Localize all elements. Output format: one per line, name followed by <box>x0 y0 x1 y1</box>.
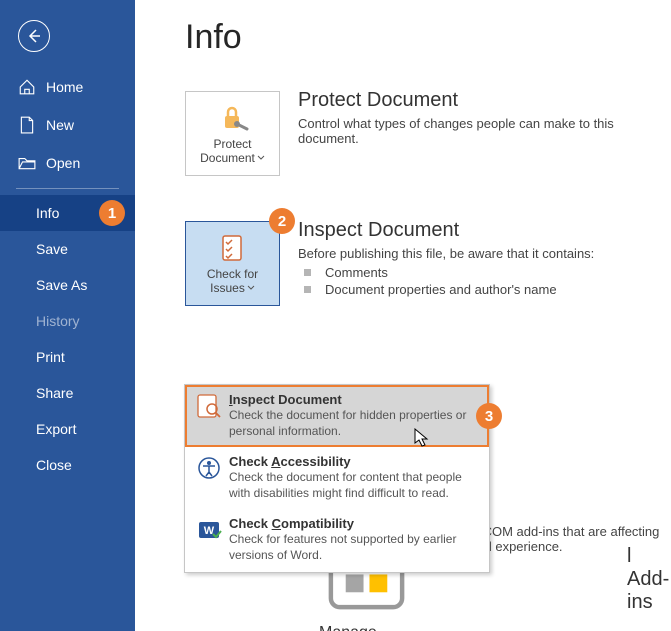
sidebar-label: Save As <box>36 277 87 293</box>
list-item: Comments <box>298 265 671 280</box>
callout-badge-3: 3 <box>476 403 502 429</box>
sidebar-label: Export <box>36 421 76 437</box>
bullet-icon <box>304 269 311 276</box>
protect-document-button[interactable]: Protect Document <box>185 91 280 176</box>
check-for-issues-menu: Inspect Document Check the document for … <box>184 384 490 573</box>
sidebar-label: Save <box>36 241 68 257</box>
sidebar-label: Print <box>36 349 65 365</box>
back-arrow-icon <box>26 28 42 44</box>
cursor-icon <box>414 428 430 448</box>
menu-title: Inspect Document <box>229 392 479 407</box>
menu-item-check-compatibility[interactable]: W Check Compatibility Check for features… <box>185 509 489 571</box>
sidebar-item-close[interactable]: Close <box>0 447 135 483</box>
menu-desc: Check the document for content that peop… <box>229 470 479 501</box>
accessibility-icon <box>195 454 223 501</box>
sidebar-item-new[interactable]: New <box>0 106 135 144</box>
sidebar-item-share[interactable]: Share <box>0 375 135 411</box>
sidebar-item-export[interactable]: Export <box>0 411 135 447</box>
button-label: Check for Issues <box>190 268 275 296</box>
sidebar-label: Share <box>36 385 73 401</box>
sidebar-item-home[interactable]: Home <box>0 68 135 106</box>
sidebar-label: Info <box>36 205 59 221</box>
section-desc: Before publishing this file, be aware th… <box>298 246 671 261</box>
check-for-issues-button[interactable]: Check for Issues <box>185 221 280 306</box>
back-button[interactable] <box>18 20 50 52</box>
compatibility-icon: W <box>195 516 223 563</box>
menu-desc: Check the document for hidden properties… <box>229 408 479 439</box>
button-label: Protect Document <box>190 138 275 166</box>
backstage-sidebar: Home New Open Info 1 Save Save As Histor… <box>0 0 135 631</box>
checklist-icon <box>217 232 249 264</box>
addin-icon <box>319 606 414 623</box>
menu-text: Inspect Document Check the document for … <box>229 392 479 439</box>
section-inspect: 2 Check for Issues Inspect Document Befo… <box>185 221 671 306</box>
sidebar-label: Home <box>46 79 83 95</box>
inspect-document-icon <box>195 392 223 439</box>
sidebar-label: History <box>36 313 80 329</box>
open-icon <box>18 154 36 172</box>
bullet-list: Comments Document properties and author'… <box>298 265 671 297</box>
section-body: Protect Document Control what types of c… <box>298 91 671 146</box>
menu-item-inspect-document[interactable]: Inspect Document Check the document for … <box>185 385 489 447</box>
sidebar-label: New <box>46 117 74 133</box>
menu-title: Check Compatibility <box>229 516 479 531</box>
sidebar-item-history[interactable]: History <box>0 303 135 339</box>
menu-text: Check Compatibility Check for features n… <box>229 516 479 563</box>
section-body: Inspect Document Before publishing this … <box>298 221 671 299</box>
section-protect: Protect Document Protect Document Contro… <box>185 91 671 176</box>
list-item: Document properties and author's name <box>298 282 671 297</box>
sidebar-item-info[interactable]: Info 1 <box>0 195 135 231</box>
sidebar-label: Open <box>46 155 80 171</box>
section-heading: Protect Document <box>298 89 671 112</box>
menu-title: Check Accessibility <box>229 454 479 469</box>
new-icon <box>18 116 36 134</box>
sidebar-item-print[interactable]: Print <box>0 339 135 375</box>
chevron-down-icon <box>247 285 255 291</box>
sidebar-item-save-as[interactable]: Save As <box>0 267 135 303</box>
page-title: Info <box>185 18 671 57</box>
button-label: Manage COM Add-ins <box>319 624 394 631</box>
menu-desc: Check for features not supported by earl… <box>229 532 479 563</box>
home-icon <box>18 78 36 96</box>
section-desc: Control what types of changes people can… <box>298 116 671 146</box>
sidebar-label: Close <box>36 457 72 473</box>
section-heading: Inspect Document <box>298 219 671 242</box>
lock-icon <box>217 102 249 134</box>
sidebar-separator <box>16 188 119 189</box>
callout-badge-1: 1 <box>99 200 125 226</box>
menu-item-check-accessibility[interactable]: Check Accessibility Check the document f… <box>185 447 489 509</box>
menu-text: Check Accessibility Check the document f… <box>229 454 479 501</box>
callout-badge-2: 2 <box>269 208 295 234</box>
sidebar-item-open[interactable]: Open <box>0 144 135 182</box>
sidebar-item-save[interactable]: Save <box>0 231 135 267</box>
bullet-icon <box>304 286 311 293</box>
chevron-down-icon <box>257 155 265 161</box>
